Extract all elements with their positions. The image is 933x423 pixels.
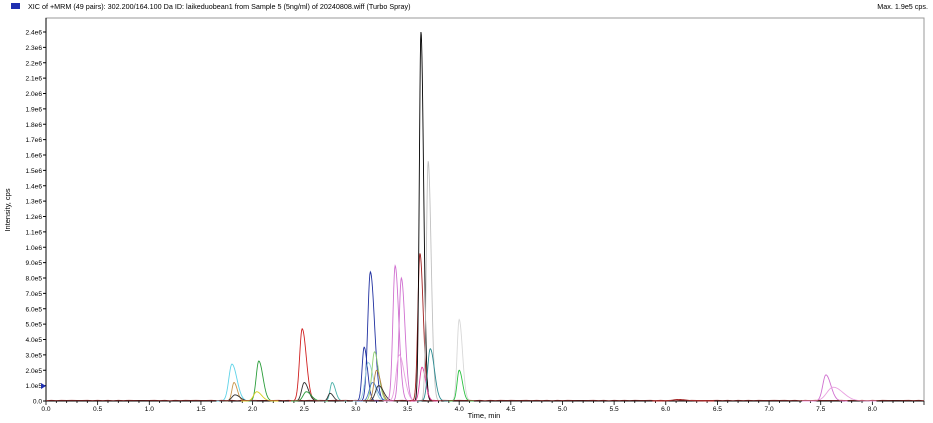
y-tick-label: 1.7e6	[25, 137, 42, 144]
x-tick-label: 7.0	[764, 406, 773, 413]
y-tick-label: 6.0e5	[25, 306, 42, 313]
y-tick-label: 2.0e6	[25, 91, 42, 98]
y-tick-label: 1.4e6	[25, 183, 42, 190]
x-tick-label: 7.5	[816, 406, 825, 413]
y-tick-label: 4.0e5	[25, 337, 42, 344]
x-tick-label: 4.0	[455, 406, 464, 413]
y-tick-label: 1.8e6	[25, 122, 42, 129]
y-tick-label: 1.1e6	[25, 229, 42, 236]
y-tick-label: 0.0	[33, 399, 42, 406]
x-tick-label: 3.0	[351, 406, 360, 413]
x-tick-label: 4.5	[506, 406, 515, 413]
chromatogram-plot: 0.0 1.0e5 2.0e5 3.0e5 4.0e5 5.0e5 6.0e5 7.0e5 8.…	[3, 17, 925, 420]
threshold-marker-icon[interactable]	[41, 383, 46, 389]
y-tick-label: 1.9e6	[25, 106, 42, 113]
x-tick-label: 0.5	[93, 406, 102, 413]
plot-frame	[45, 17, 925, 402]
x-tick-label: 8.0	[868, 406, 877, 413]
x-tick-label: 6.5	[713, 406, 722, 413]
x-tick-label: 5.0	[558, 406, 567, 413]
x-axis-label: Time, min	[468, 411, 501, 420]
x-tick-label: 0.0	[41, 406, 50, 413]
y-tick-label: 5.0e5	[25, 322, 42, 329]
y-tick-label: 2.4e6	[25, 30, 42, 37]
y-tick-label: 1.0e6	[25, 245, 42, 252]
x-tick-label: 2.0	[248, 406, 257, 413]
y-axis-label: Intensity, cps	[3, 188, 12, 231]
y-tick-label: 3.0e5	[25, 352, 42, 359]
y-tick-label: 2.3e6	[25, 45, 42, 52]
y-tick-label: 1.3e6	[25, 199, 42, 206]
x-tick-label: 2.5	[300, 406, 309, 413]
y-tick-label: 1.5e6	[25, 168, 42, 175]
y-tick-label: 2.2e6	[25, 60, 42, 67]
x-tick-label: 1.5	[196, 406, 205, 413]
x-tick-label: 6.0	[661, 406, 670, 413]
y-tick-label: 8.0e5	[25, 276, 42, 283]
y-axis: 0.0 1.0e5 2.0e5 3.0e5 4.0e5 5.0e5 6.0e5 7.0e5 8.…	[25, 18, 47, 406]
y-tick-label: 2.0e5	[25, 368, 42, 375]
y-tick-label: 9.0e5	[25, 260, 42, 267]
x-tick-label: 5.5	[610, 406, 619, 413]
y-tick-label: 1.2e6	[25, 214, 42, 221]
y-tick-label: 2.1e6	[25, 76, 42, 83]
y-tick-label: 1.6e6	[25, 153, 42, 160]
y-tick-label: 1.0e5	[25, 383, 42, 390]
y-tick-label: 7.0e5	[25, 291, 42, 298]
x-tick-label: 1.0	[145, 406, 154, 413]
x-tick-label: 3.5	[403, 406, 412, 413]
